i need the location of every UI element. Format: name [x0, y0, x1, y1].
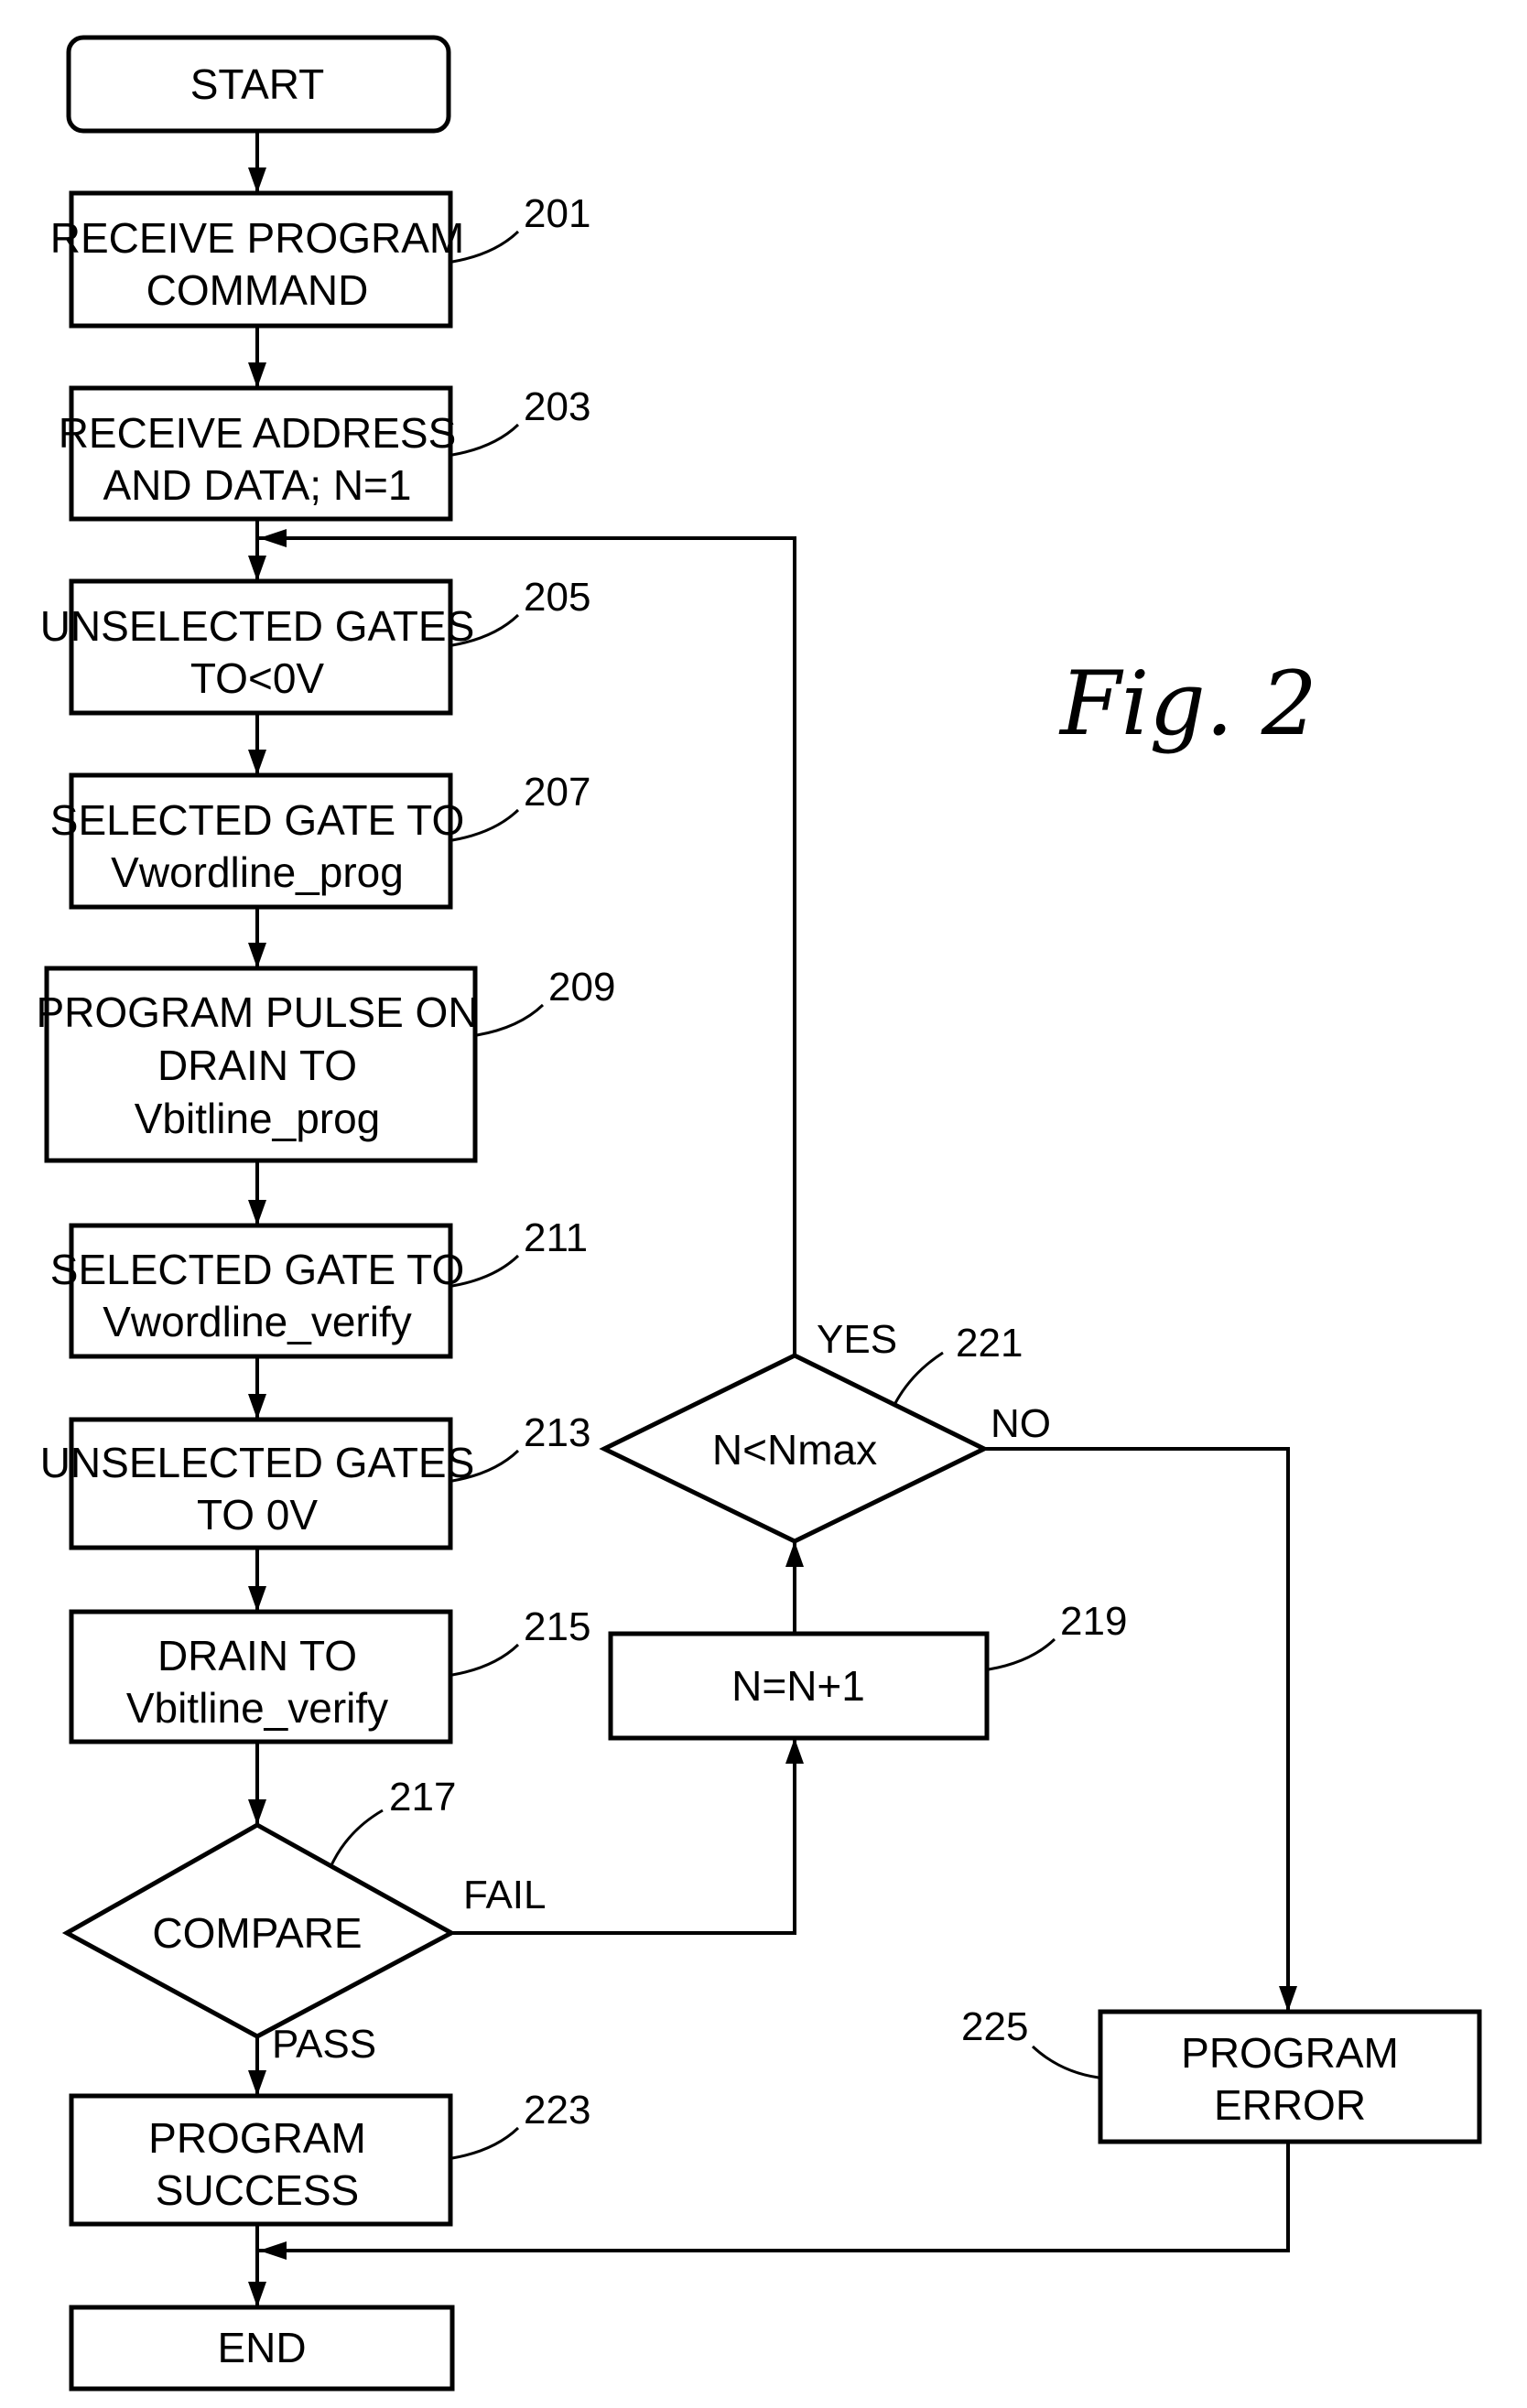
node-223-label-1: PROGRAM — [148, 2114, 366, 2162]
node-209-label-2: DRAIN TO — [157, 1042, 357, 1089]
leader-line — [451, 2126, 520, 2160]
ref-201: 201 — [524, 191, 590, 236]
node-201-label-1: RECEIVE PROGRAM — [50, 214, 464, 262]
arrowhead-icon — [785, 1738, 804, 1764]
node-223-label-2: SUCCESS — [156, 2166, 359, 2214]
ref-225: 225 — [961, 2004, 1028, 2049]
edge-label-yes: YES — [817, 1317, 897, 1362]
arrowhead-icon — [248, 1200, 266, 1226]
ref-203: 203 — [524, 384, 590, 429]
ref-207: 207 — [524, 770, 590, 815]
leader-line — [476, 1003, 545, 1037]
node-201-label-2: COMMAND — [146, 266, 369, 314]
figure-title: Fig. 2 — [1058, 653, 1317, 755]
flowchart-figure: START RECEIVE PROGRAM COMMAND RECEIVE AD… — [0, 0, 1527, 2408]
node-start-label: START — [190, 60, 325, 108]
arrowhead-icon — [248, 1799, 266, 1825]
node-205-label-1: UNSELECTED GATES — [40, 602, 475, 650]
arrowhead-icon — [785, 1541, 804, 1567]
node-213-label-1: UNSELECTED GATES — [40, 1439, 475, 1486]
leader-line — [451, 1643, 520, 1677]
node-215-label-2: Vbitline_verify — [126, 1684, 388, 1732]
ref-221: 221 — [956, 1321, 1023, 1366]
flowchart-svg: START RECEIVE PROGRAM COMMAND RECEIVE AD… — [36, 35, 1482, 2392]
node-217-label: COMPARE — [152, 1909, 362, 1957]
arrowhead-icon — [248, 1586, 266, 1612]
node-end-label: END — [217, 2324, 306, 2371]
node-213-label-2: TO 0V — [197, 1491, 318, 1539]
node-225-label-1: PROGRAM — [1181, 2029, 1399, 2077]
ref-217: 217 — [389, 1775, 456, 1819]
node-203-label-1: RECEIVE ADDRESS — [59, 409, 457, 457]
arrowhead-icon — [248, 750, 266, 775]
arrowhead-icon — [259, 529, 287, 547]
edge-label-fail: FAIL — [463, 1873, 547, 1917]
leader-line — [893, 1351, 944, 1404]
node-203-label-2: AND DATA; N=1 — [103, 461, 412, 509]
node-207-label-2: Vwordline_prog — [111, 848, 404, 896]
arrowhead-icon — [248, 167, 266, 193]
arrowhead-icon — [248, 1394, 266, 1420]
node-209-label-3: Vbitline_prog — [135, 1095, 381, 1142]
leader-line — [451, 423, 520, 457]
ref-211: 211 — [524, 1215, 588, 1260]
arrowhead-icon — [248, 943, 266, 968]
edge-label-no: NO — [991, 1401, 1051, 1446]
node-211-label-1: SELECTED GATE TO — [50, 1246, 464, 1293]
node-221-label: N<Nmax — [712, 1426, 877, 1474]
leader-line — [1031, 2045, 1099, 2079]
leader-line — [988, 1637, 1056, 1671]
ref-205: 205 — [524, 575, 590, 620]
edge-221-225-no — [984, 1447, 1290, 2012]
node-211-label-2: Vwordline_verify — [103, 1298, 411, 1345]
ref-209: 209 — [548, 965, 615, 1010]
arrowhead-icon — [248, 362, 266, 388]
arrowhead-icon — [248, 556, 266, 581]
arrowhead-icon — [1279, 1986, 1297, 2012]
leader-line — [330, 1809, 384, 1866]
node-219-label: N=N+1 — [731, 1662, 865, 1710]
ref-219: 219 — [1060, 1599, 1127, 1644]
ref-213: 213 — [524, 1410, 590, 1455]
arrowhead-icon — [248, 2282, 266, 2307]
arrowhead-icon — [248, 2070, 266, 2096]
node-209-label-1: PROGRAM PULSE ON — [36, 988, 478, 1036]
arrowhead-icon — [259, 2241, 287, 2260]
node-225-label-2: ERROR — [1214, 2081, 1366, 2129]
node-207-label-1: SELECTED GATE TO — [50, 796, 464, 844]
node-205-label-2: TO<0V — [190, 654, 324, 702]
ref-223: 223 — [524, 2088, 590, 2133]
ref-215: 215 — [524, 1604, 590, 1649]
edge-label-pass: PASS — [272, 2022, 376, 2067]
node-215-label-1: DRAIN TO — [157, 1632, 357, 1679]
